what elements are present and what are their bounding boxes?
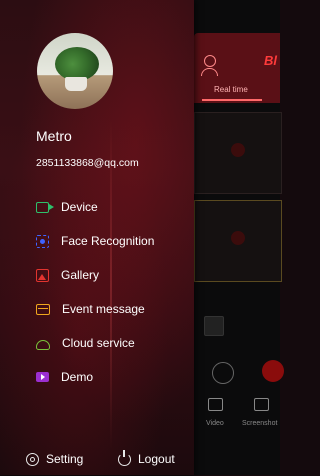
screenshot-label: Screenshot: [242, 420, 278, 427]
camera-placeholder-icon: [231, 231, 245, 245]
folder-icon: [204, 316, 224, 336]
tab-underline: [202, 99, 262, 101]
drawer-menu: Device Face Recognition Gallery Event me…: [36, 190, 196, 394]
logout-label: Logout: [138, 452, 175, 466]
menu-item-face-recognition[interactable]: Face Recognition: [36, 224, 196, 258]
mail-icon: [36, 303, 50, 315]
menu-item-label: Gallery: [61, 268, 100, 282]
menu-item-demo[interactable]: Demo: [36, 360, 196, 394]
menu-item-gallery[interactable]: Gallery: [36, 258, 196, 292]
logout-button[interactable]: Logout: [118, 449, 175, 466]
video-label: Video: [206, 420, 224, 427]
menu-item-device[interactable]: Device: [36, 190, 196, 224]
menu-item-label: Demo: [61, 370, 94, 384]
user-email: 2851133868@qq.com: [36, 157, 139, 169]
screenshot-icon: [254, 398, 269, 411]
pot-image: [65, 77, 87, 91]
menu-item-cloud-service[interactable]: Cloud service: [36, 326, 196, 360]
camera-placeholder-icon: [231, 143, 245, 157]
power-icon: [118, 449, 131, 466]
menu-item-label: Cloud service: [62, 336, 135, 350]
avatar[interactable]: [37, 33, 113, 109]
menu-item-event-message[interactable]: Event message: [36, 292, 196, 326]
face-scan-icon: [36, 234, 49, 248]
tab-real-time: Real time: [214, 85, 248, 94]
image-icon: [36, 268, 49, 282]
menu-item-label: Event message: [62, 302, 145, 316]
setting-button[interactable]: Setting: [26, 452, 83, 466]
video-camera-icon: [36, 201, 54, 213]
plant-image: [55, 47, 99, 81]
play-icon: [36, 372, 49, 382]
menu-item-label: Face Recognition: [61, 234, 155, 248]
cloud-icon: [36, 340, 50, 350]
gear-icon: [26, 452, 39, 466]
menu-item-label: Device: [61, 200, 98, 214]
video-icon: [208, 398, 223, 411]
navigation-drawer: Metro 2851133868@qq.com Device Face Reco…: [0, 0, 194, 475]
record-icon: [262, 360, 284, 382]
brand-logo: Bl: [264, 53, 277, 68]
camera-tile: [194, 200, 282, 282]
user-icon: [201, 55, 218, 76]
drawer-footer: Setting Logout: [0, 446, 194, 476]
background-header: Bl Real time: [194, 33, 280, 103]
setting-label: Setting: [46, 452, 84, 466]
username: Metro: [36, 128, 72, 144]
clock-icon: [212, 362, 234, 384]
camera-tile: [194, 112, 282, 194]
